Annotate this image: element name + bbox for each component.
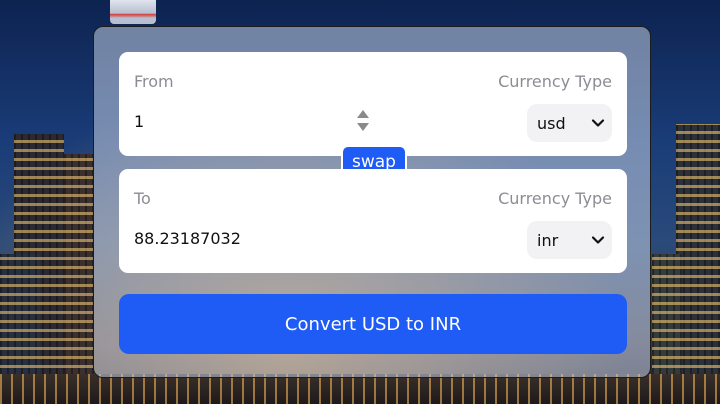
water-reflection [0, 374, 720, 404]
chevron-down-icon [591, 236, 605, 244]
from-currency-select[interactable]: usd [527, 104, 612, 142]
from-currency-value: usd [537, 113, 566, 133]
to-amount-input[interactable] [134, 229, 364, 248]
to-label: To [134, 189, 151, 208]
to-panel: To Currency Type inr [119, 169, 627, 273]
to-currency-select[interactable]: inr [527, 221, 612, 259]
number-spinner-icon[interactable] [356, 108, 370, 134]
from-panel: From Currency Type usd [119, 52, 627, 156]
convert-button[interactable]: Convert USD to INR [119, 294, 627, 354]
converter-card: From Currency Type usd swap To Currency … [93, 26, 651, 378]
building-right-1 [676, 124, 720, 404]
to-currency-value: inr [537, 230, 559, 250]
to-currency-type-label: Currency Type [498, 189, 612, 208]
from-label: From [134, 72, 174, 91]
from-currency-type-label: Currency Type [498, 72, 612, 91]
chevron-down-icon [591, 119, 605, 127]
building-left-2 [64, 154, 94, 404]
tower-top-decoration [110, 0, 156, 24]
from-amount-input[interactable] [134, 112, 364, 131]
